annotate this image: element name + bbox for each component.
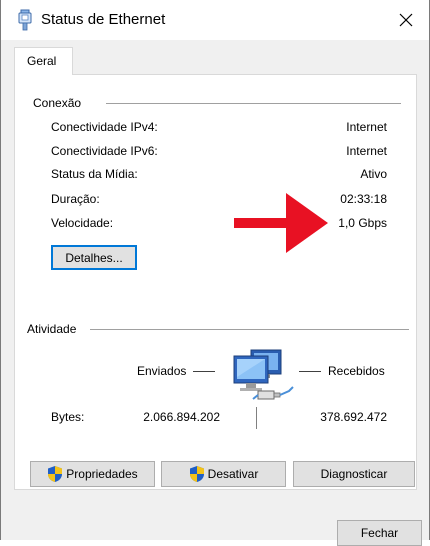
ipv4-connectivity-label: Conectividade IPv4: xyxy=(51,120,158,134)
connection-group-label: Conexão xyxy=(33,96,82,110)
sent-dash xyxy=(193,371,215,372)
disable-button[interactable]: Desativar xyxy=(161,461,286,487)
red-arrow-annotation xyxy=(234,187,330,262)
uac-shield-icon xyxy=(47,465,63,483)
window-title: Status de Ethernet xyxy=(41,11,166,28)
ipv6-connectivity-label: Conectividade IPv6: xyxy=(51,144,158,158)
close-dialog-button[interactable]: Fechar xyxy=(337,520,422,546)
duration-value: 02:33:18 xyxy=(340,192,387,206)
diagnose-button-label: Diagnosticar xyxy=(320,467,388,481)
tab-label: Geral xyxy=(27,54,57,68)
bytes-label: Bytes: xyxy=(51,410,85,424)
details-button[interactable]: Detalhes... xyxy=(51,245,137,270)
close-button[interactable] xyxy=(383,0,429,40)
diagnose-button[interactable]: Diagnosticar xyxy=(293,461,415,487)
sent-label: Enviados xyxy=(137,364,187,378)
activity-group-label: Atividade xyxy=(27,322,77,336)
tab-geral[interactable]: Geral xyxy=(14,47,73,75)
uac-shield-icon xyxy=(189,465,205,483)
activity-group-divider xyxy=(90,329,409,330)
ethernet-plug-icon xyxy=(17,9,33,31)
activity-separator xyxy=(256,407,257,429)
properties-button[interactable]: Propriedades xyxy=(30,461,155,487)
duration-label: Duração: xyxy=(51,192,100,206)
received-dash xyxy=(299,371,321,372)
title-bar[interactable]: Status de Ethernet xyxy=(1,0,429,40)
disable-button-label: Desativar xyxy=(207,467,259,481)
media-status-value: Ativo xyxy=(360,167,387,181)
ipv6-connectivity-value: Internet xyxy=(346,144,387,158)
network-computers-icon xyxy=(231,347,295,408)
ethernet-status-dialog: Status de Ethernet Geral Conexão Conecti… xyxy=(0,0,430,546)
media-status-label: Status da Mídia: xyxy=(51,167,138,181)
bytes-received-value: 378.692.472 xyxy=(320,410,387,424)
bytes-sent-value: 2.066.894.202 xyxy=(143,410,220,424)
received-label: Recebidos xyxy=(328,364,385,378)
tab-panel-geral: Conexão Conectividade IPv4: Internet Con… xyxy=(14,74,417,490)
speed-label: Velocidade: xyxy=(51,216,114,230)
speed-value: 1,0 Gbps xyxy=(338,216,387,230)
ipv4-connectivity-value: Internet xyxy=(346,120,387,134)
properties-button-label: Propriedades xyxy=(66,467,138,481)
connection-group-divider xyxy=(106,103,401,104)
